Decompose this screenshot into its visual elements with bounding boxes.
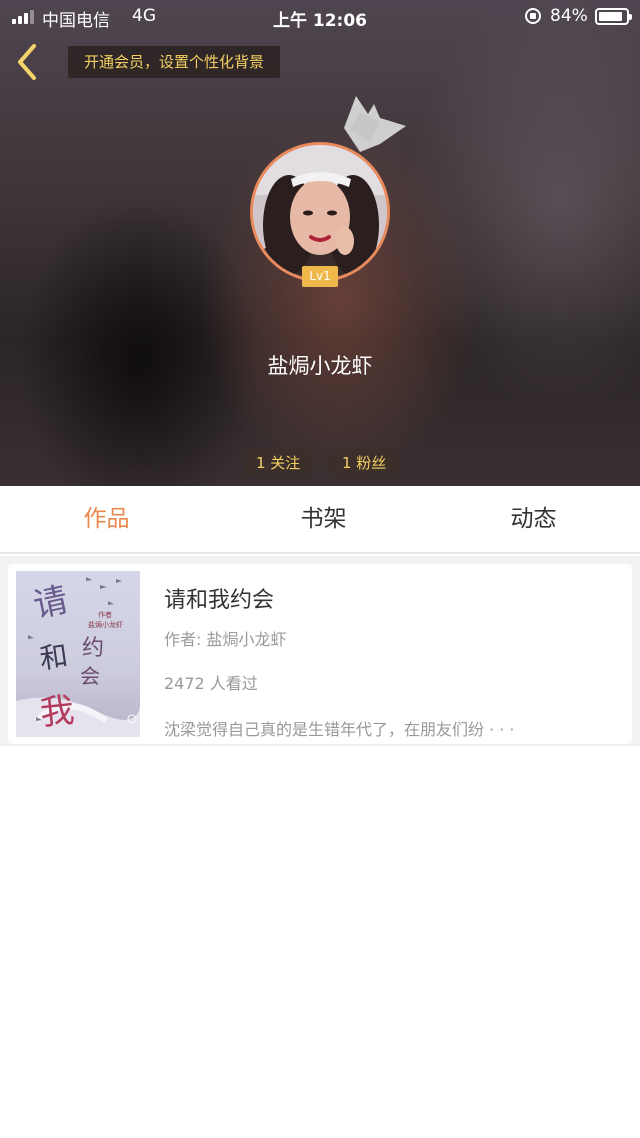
book-cover-art: 请 和 我 约 会 作者 盐焗小龙虾 [16,571,140,737]
list-item[interactable]: 请 和 我 约 会 作者 盐焗小龙虾 请和我约会 作者: 盐焗小龙虾 2472 … [8,564,632,744]
avatar[interactable] [250,142,390,282]
battery-icon [595,8,632,25]
cover-title-char-4: 约 [82,636,104,661]
book-cover[interactable]: 请 和 我 约 会 作者 盐焗小龙虾 [16,571,140,737]
book-read-count: 2472 人看过 [164,674,258,693]
cover-title-char-2: 和 [38,639,70,676]
tab-bookshelf[interactable]: 书架 [217,486,430,552]
cover-author-name: 盐焗小龙虾 [88,620,123,629]
cover-title-char-3: 我 [38,690,76,733]
chevron-left-icon [18,44,36,80]
tab-works[interactable]: 作品 [0,486,213,552]
profile-header: 中国电信 4G 上午 12:06 84% 开通会员，设置个性化背景 Lv1 盐焗… [0,0,640,486]
username: 盐焗小龙虾 [267,354,373,378]
battery-percentage: 84% [550,6,588,26]
status-bar: 中国电信 4G 上午 12:06 84% [0,0,640,34]
cover-title-char-5: 会 [80,664,100,688]
rotation-lock-icon [525,8,541,24]
works-list: 请 和 我 约 会 作者 盐焗小龙虾 请和我约会 作者: 盐焗小龙虾 2472 … [0,556,640,746]
following-count-button[interactable]: 1 关注 [242,448,315,478]
back-button[interactable] [12,42,48,82]
book-author: 作者: 盐焗小龙虾 [164,630,287,649]
vip-banner[interactable]: 开通会员，设置个性化背景 [68,46,281,78]
level-badge: Lv1 [302,266,338,287]
cover-author-label: 作者 [98,610,112,619]
avatar-container[interactable] [250,142,390,282]
followers-count-button[interactable]: 1 粉丝 [328,448,401,478]
clock: 上午 12:06 [272,11,368,31]
profile-tabs: 作品 书架 动态 [0,486,640,554]
tab-activity[interactable]: 动态 [427,486,640,552]
avatar-image [253,145,387,279]
book-summary: 沈梁觉得自己真的是生错年代了，在朋友们纷 · · · [164,720,515,739]
book-title: 请和我约会 [164,588,275,613]
